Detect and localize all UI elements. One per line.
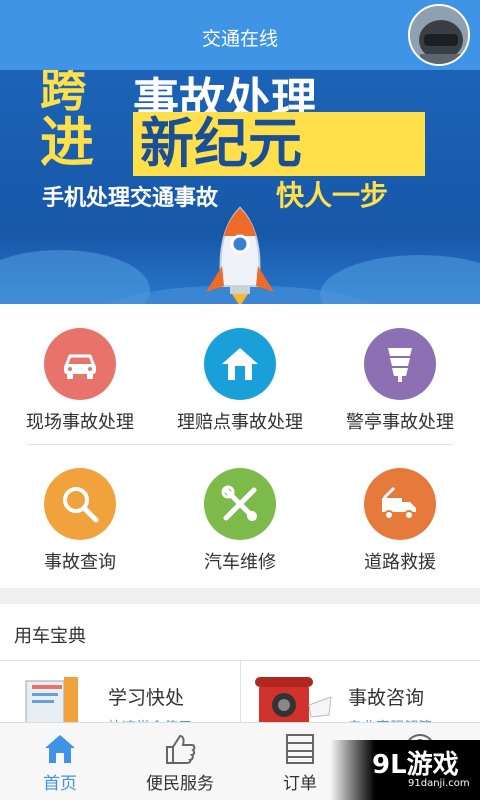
banner-line2: 新纪元 <box>140 112 302 175</box>
search-icon <box>63 487 99 523</box>
thumbs-up-icon <box>166 734 196 764</box>
app-header: 交通在线 <box>0 0 480 70</box>
services-grid: 现场事故处理 理赔点事故处理 警亭事故处理 事故查询 汽车维修 道路救援 <box>0 304 480 588</box>
service-icon-bg <box>204 468 276 540</box>
service-label: 道路救援 <box>364 552 436 573</box>
banner-line1-prefix: 跨 <box>40 70 86 117</box>
avatar[interactable] <box>408 4 470 66</box>
banner-tagline-highlight: 快人一步 <box>276 179 389 212</box>
traffic-light-icon <box>388 348 412 382</box>
service-label: 汽车维修 <box>204 552 276 573</box>
card-consult[interactable]: 事故咨询 专业客服解答 <box>241 661 480 736</box>
banner-line2-prefix: 进 <box>40 111 94 174</box>
service-claim-point[interactable]: 理赔点事故处理 <box>160 304 320 434</box>
service-label: 事故查询 <box>44 552 116 573</box>
watermark-logo: 9L游戏 <box>372 750 459 780</box>
car-guide-section: 用车宝典 学习快处 快速学会使用 事故咨询 专业客服解答 <box>0 604 480 736</box>
card-title: 事故咨询 <box>348 687 425 709</box>
banner-tagline: 手机处理交通事故 <box>42 186 219 211</box>
tow-truck-icon <box>382 486 416 520</box>
home-tab-icon <box>45 735 75 763</box>
service-icon-bg <box>364 328 436 400</box>
service-scene-accident[interactable]: 现场事故处理 <box>0 304 160 434</box>
tab-services[interactable]: 便民服务 <box>120 723 240 800</box>
service-accident-query[interactable]: 事故查询 <box>0 444 160 574</box>
service-label: 理赔点事故处理 <box>177 412 303 433</box>
tab-label: 便民服务 <box>146 774 214 794</box>
card-learn[interactable]: 学习快处 快速学会使用 <box>0 661 240 736</box>
service-road-rescue[interactable]: 道路救援 <box>320 444 480 574</box>
tab-label: 首页 <box>43 774 77 794</box>
order-icon <box>286 734 314 764</box>
service-icon-bg <box>204 328 276 400</box>
service-icon-bg <box>44 468 116 540</box>
service-car-repair[interactable]: 汽车维修 <box>160 444 320 574</box>
service-police-booth[interactable]: 警亭事故处理 <box>320 304 480 434</box>
service-icon-bg <box>364 468 436 540</box>
section-title: 用车宝典 <box>14 626 86 647</box>
service-label: 现场事故处理 <box>26 412 134 433</box>
tools-icon <box>221 485 257 521</box>
tab-home[interactable]: 首页 <box>0 723 120 800</box>
promo-banner[interactable]: 跨 事故处理 进 新纪元 手机处理交通事故 快人一步 <box>0 70 480 304</box>
service-label: 警亭事故处理 <box>346 412 454 433</box>
car-icon <box>63 354 97 379</box>
watermark-url: 91danji.com <box>408 778 470 789</box>
rocket-icon <box>206 206 274 304</box>
service-icon-bg <box>44 328 116 400</box>
card-title: 学习快处 <box>108 687 185 709</box>
home-icon <box>222 348 258 380</box>
user-avatar-icon <box>410 6 468 64</box>
